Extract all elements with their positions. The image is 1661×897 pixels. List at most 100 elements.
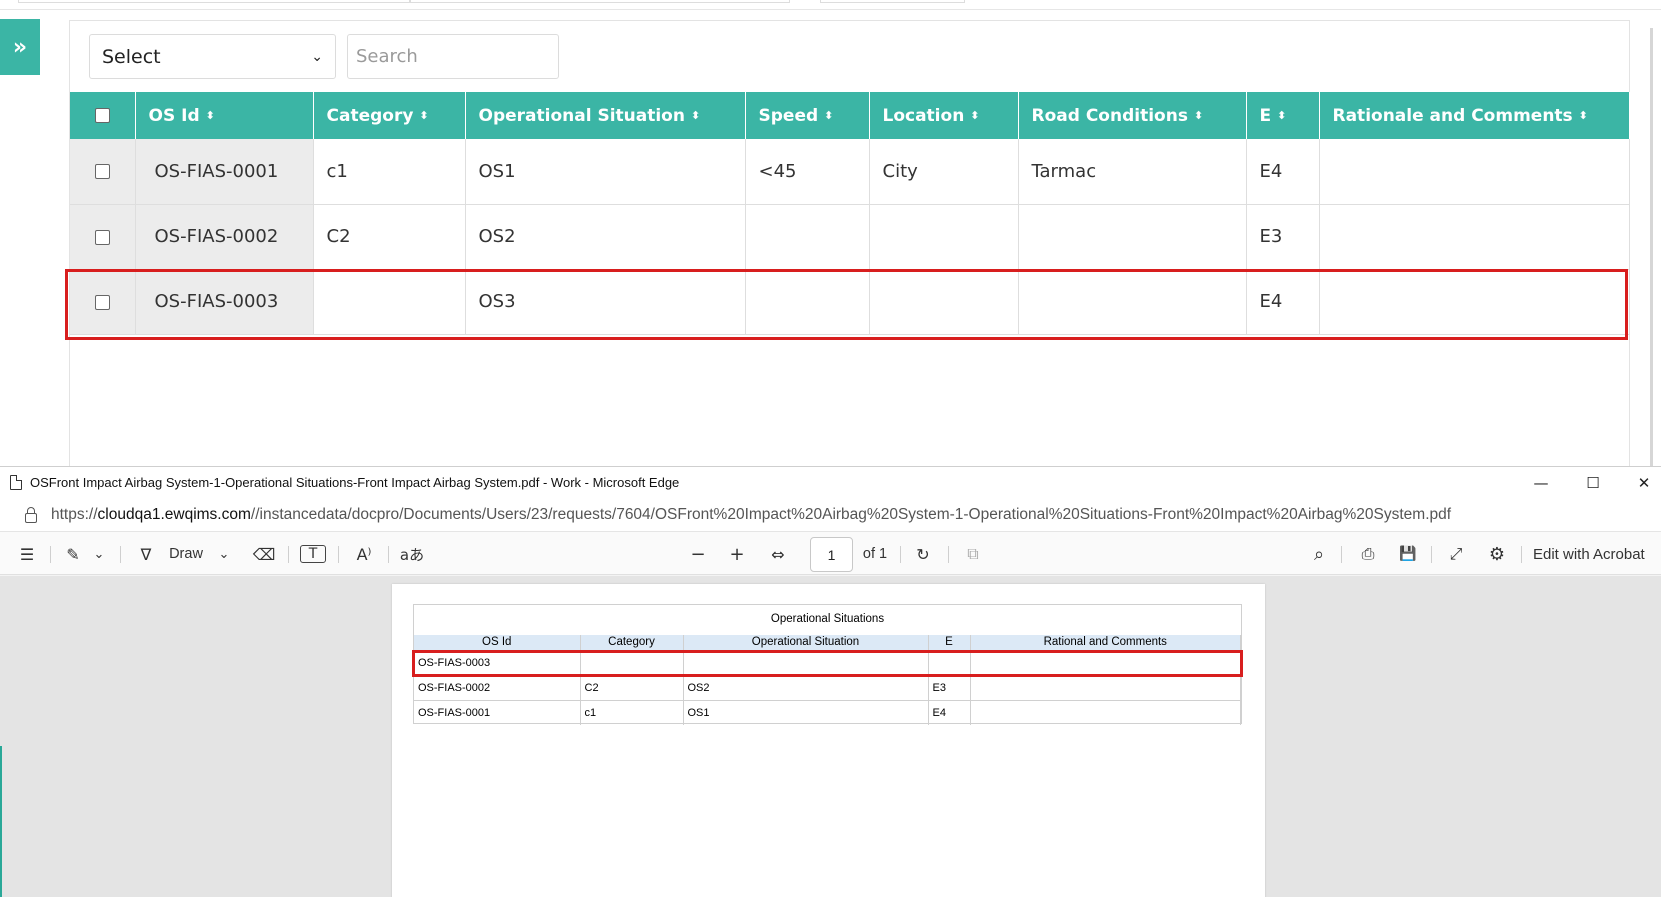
column-header-road-conditions[interactable]: Road Conditions ⬍ (1018, 92, 1247, 139)
pdf-viewer-area[interactable]: Operational Situations OS Id Category Op… (0, 576, 1661, 897)
toolbar-divider (948, 546, 949, 563)
print-icon[interactable]: ⎙ (1355, 532, 1381, 576)
window-title-bar: OSFront Impact Airbag System-1-Operation… (0, 467, 1661, 498)
search-input[interactable] (347, 34, 559, 79)
column-header-os-id[interactable]: OS Id ⬍ (135, 92, 314, 139)
toolbar-divider (338, 546, 339, 563)
table-row[interactable]: OS-FIAS-0003 OS3 E4 (70, 269, 1630, 335)
cell-speed (745, 204, 870, 270)
sort-icon: ⬍ (1277, 108, 1287, 122)
column-header-rationale[interactable]: Rationale and Comments ⬍ (1319, 92, 1630, 139)
translate-icon[interactable]: aあ (398, 532, 426, 576)
pdf-cell-category: C2 (580, 674, 684, 700)
cell-os-id: OS-FIAS-0001 (135, 139, 314, 205)
cell-e: E4 (1246, 139, 1320, 205)
close-icon[interactable]: ✕ (1621, 467, 1661, 498)
cell-category: C2 (313, 204, 466, 270)
read-aloud-icon[interactable]: A⁾ (350, 532, 378, 576)
double-chevron-right-icon: » (12, 34, 28, 60)
background-edge (0, 746, 2, 897)
toolbar-divider (120, 546, 121, 563)
pdf-table-row: OS-FIAS-0002 C2 OS2 E3 (414, 674, 1241, 700)
pdf-toolbar: ☰ ✎ ⌄ ∇ Draw ⌄ ⌫ T A⁾ aあ − + ⇔ 1 of 1 ↻ … (0, 531, 1661, 575)
pdf-cell-rationale (970, 699, 1241, 725)
pdf-header-rationale: Rational and Comments (970, 635, 1241, 650)
search-icon[interactable]: ⌕ (1306, 532, 1332, 576)
column-header-operational-situation[interactable]: Operational Situation ⬍ (465, 92, 746, 139)
row-checkbox[interactable] (94, 229, 110, 245)
cell-os-id: OS-FIAS-0003 (135, 269, 314, 335)
save-icon[interactable]: 💾 (1395, 532, 1421, 576)
maximize-icon[interactable]: ☐ (1570, 467, 1616, 498)
url-scheme: https:// (51, 505, 98, 523)
cell-operational-situation: OS2 (465, 204, 746, 270)
sort-icon: ⬍ (419, 108, 429, 122)
lock-icon[interactable] (25, 506, 37, 523)
sidebar-toggle-button[interactable]: » (0, 19, 40, 75)
zoom-in-icon[interactable]: + (724, 532, 750, 576)
chevron-down-icon[interactable]: ⌄ (91, 532, 107, 576)
top-strip-field-3[interactable] (820, 0, 965, 3)
column-header-location[interactable]: Location ⬍ (869, 92, 1019, 139)
address-bar[interactable]: https://cloudqa1.ewqims.com//instancedat… (0, 498, 1661, 531)
cell-e: E3 (1246, 204, 1320, 270)
contents-icon[interactable]: ☰ (14, 532, 40, 576)
chevron-down-icon[interactable]: ⌄ (216, 532, 232, 576)
column-header-speed[interactable]: Speed ⬍ (745, 92, 870, 139)
pdf-cell-category: c1 (580, 699, 684, 725)
settings-icon[interactable]: ⚙ (1484, 532, 1510, 576)
cell-road-conditions (1018, 269, 1247, 335)
top-strip-field-2[interactable] (410, 0, 790, 3)
top-strip (0, 0, 1661, 10)
zoom-out-icon[interactable]: − (685, 532, 711, 576)
pdf-cell-operational-situation (683, 649, 929, 675)
page-total: of 1 (862, 546, 888, 562)
cell-location (869, 204, 1019, 270)
sort-icon: ⬍ (690, 108, 701, 122)
toolbar-divider (900, 546, 901, 563)
row-checkbox[interactable] (94, 164, 110, 180)
minimize-icon[interactable]: — (1518, 467, 1564, 498)
pdf-cell-rationale (970, 649, 1241, 675)
toolbar-divider (288, 546, 289, 563)
fullscreen-icon[interactable]: ⤢ (1443, 532, 1469, 576)
column-header-e[interactable]: E ⬍ (1246, 92, 1320, 139)
page-scrollbar[interactable] (1650, 28, 1653, 466)
select-all-checkbox[interactable] (94, 108, 110, 123)
add-text-icon[interactable]: T (300, 545, 326, 563)
pdf-table-title: Operational Situations (770, 613, 885, 625)
filter-select-value: Select (102, 45, 161, 68)
draw-button[interactable]: Draw (164, 532, 208, 576)
fit-to-width-icon[interactable]: ⇔ (764, 532, 792, 576)
pdf-cell-os-id: OS-FIAS-0003 (414, 649, 581, 675)
cell-os-id: OS-FIAS-0002 (135, 204, 314, 270)
pdf-cell-rationale (970, 674, 1241, 700)
draw-icon[interactable]: ∇ (133, 532, 159, 576)
top-strip-field-1[interactable] (18, 0, 410, 3)
cell-road-conditions: Tarmac (1018, 139, 1247, 205)
cell-road-conditions (1018, 204, 1247, 270)
page-view-icon[interactable]: ⧉ (960, 532, 986, 576)
cell-rationale (1319, 139, 1630, 205)
pdf-cell-operational-situation: OS1 (683, 699, 929, 725)
pdf-table-frame: Operational Situations OS Id Category Op… (413, 604, 1242, 725)
cell-operational-situation: OS3 (465, 269, 746, 335)
column-header-category[interactable]: Category ⬍ (313, 92, 466, 139)
pdf-header-operational-situation: Operational Situation (683, 635, 929, 650)
page-number-input[interactable]: 1 (810, 537, 853, 572)
cell-speed (745, 269, 870, 335)
toolbar-divider (388, 546, 389, 563)
highlight-icon[interactable]: ✎ (60, 532, 86, 576)
pdf-cell-os-id: OS-FIAS-0002 (414, 674, 581, 700)
row-checkbox[interactable] (94, 294, 110, 310)
edit-with-acrobat-button[interactable]: Edit with Acrobat (1533, 532, 1661, 576)
cell-operational-situation: OS1 (465, 139, 746, 205)
table-row[interactable]: OS-FIAS-0001 c1 OS1 <45 City Tarmac E4 (70, 139, 1630, 205)
table-row[interactable]: OS-FIAS-0002 C2 OS2 E3 (70, 204, 1630, 270)
toolbar-divider (1431, 546, 1432, 563)
eraser-icon[interactable]: ⌫ (251, 532, 277, 576)
filter-select[interactable]: Select ⌄ (89, 34, 336, 79)
rotate-icon[interactable]: ↻ (910, 532, 936, 576)
toolbar-divider (1341, 546, 1342, 563)
cell-location: City (869, 139, 1019, 205)
